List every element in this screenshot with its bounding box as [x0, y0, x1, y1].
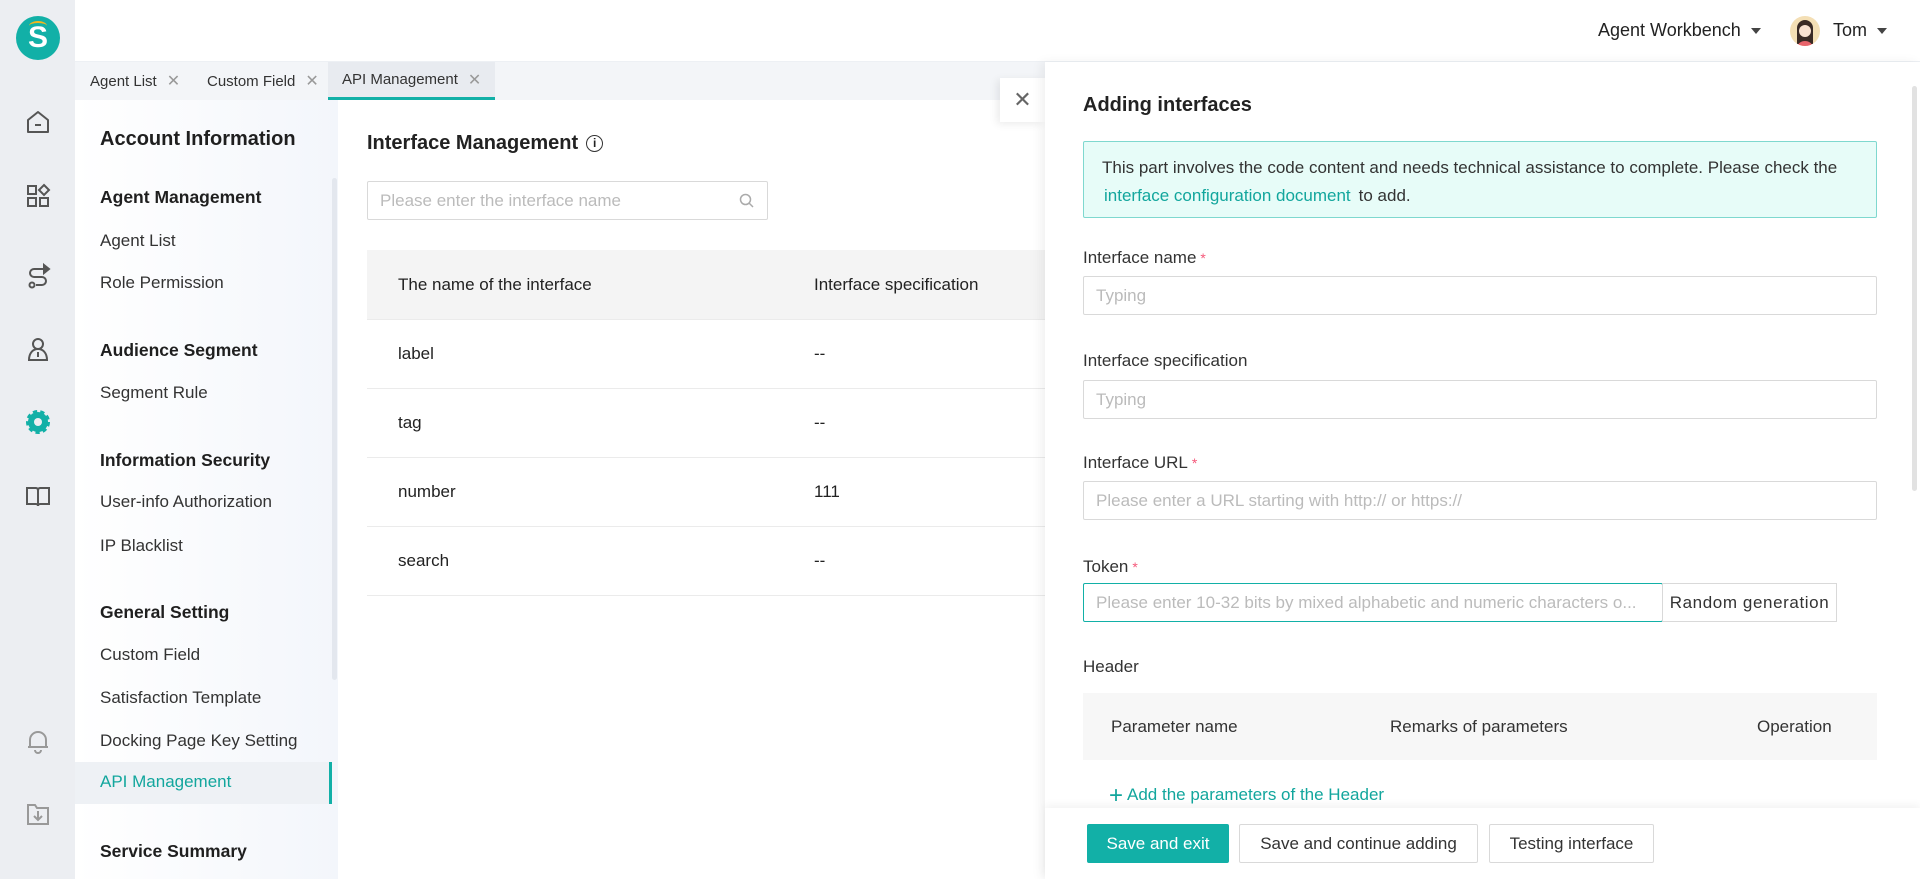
table-row[interactable]: number 111 [367, 458, 1045, 527]
nav-heading: Service Summary [100, 841, 247, 861]
header-label: Header [1083, 657, 1139, 676]
nav-item-user-info-authorization[interactable]: User-info Authorization [100, 492, 272, 512]
close-drawer-button[interactable]: ✕ [1000, 78, 1045, 122]
caret-down-icon [1750, 28, 1761, 35]
save-and-continue-button[interactable]: Save and continue adding [1239, 824, 1478, 863]
interface-spec-input[interactable]: Typing [1083, 380, 1877, 419]
icon-sidebar: S [0, 0, 75, 879]
close-icon[interactable]: ✕ [167, 71, 180, 91]
apps-icon[interactable] [22, 180, 54, 212]
nav-item-satisfaction-template[interactable]: Satisfaction Template [100, 688, 261, 708]
settings-icon[interactable] [22, 406, 54, 438]
settings-nav: Account Information Agent Management Age… [75, 100, 338, 879]
user-menu[interactable]: Tom [1833, 20, 1888, 41]
book-icon[interactable] [22, 480, 54, 512]
home-icon[interactable] [22, 106, 54, 138]
nav-item-ip-blacklist[interactable]: IP Blacklist [100, 536, 183, 556]
nav-item-segment-rule[interactable]: Segment Rule [100, 383, 208, 403]
header-params-table: Parameter name Remarks of parameters Ope… [1083, 693, 1877, 760]
close-icon: ✕ [1013, 87, 1032, 112]
add-interface-drawer: Adding interfaces This part involves the… [1045, 62, 1920, 879]
table-row[interactable]: tag -- [367, 389, 1045, 458]
drawer-title: Adding interfaces [1083, 94, 1252, 116]
nav-heading: General Setting [100, 602, 230, 622]
nav-item-api-management[interactable]: API Management [100, 772, 231, 792]
scrollbar[interactable] [332, 178, 337, 680]
table-header: The name of the interface Interface speci… [367, 250, 1045, 320]
nav-heading: Information Security [100, 450, 271, 470]
nav-item-docking-page-key-setting[interactable]: Docking Page Key Setting [100, 731, 298, 751]
nav-heading: Agent Management [100, 187, 262, 207]
download-folder-icon[interactable] [22, 798, 54, 830]
close-icon[interactable]: ✕ [305, 71, 318, 91]
add-header-param-link[interactable]: + Add the parameters of the Header [1109, 782, 1384, 810]
close-icon[interactable]: ✕ [468, 70, 481, 90]
search-icon[interactable] [739, 193, 755, 209]
interface-spec-label: Interface specification [1083, 351, 1248, 370]
agent-icon[interactable] [22, 333, 54, 365]
nav-item-role-permission[interactable]: Role Permission [100, 273, 224, 293]
plus-icon: + [1109, 782, 1124, 809]
bell-icon[interactable] [22, 725, 54, 757]
routing-icon[interactable] [22, 260, 54, 292]
table-row[interactable]: label -- [367, 320, 1045, 389]
required-mark: * [1132, 559, 1138, 575]
tab-custom-field[interactable]: Custom Field ✕ [207, 62, 319, 100]
required-mark: * [1191, 455, 1198, 471]
tab-agent-list[interactable]: Agent List ✕ [90, 62, 180, 100]
nav-item-agent-list[interactable]: Agent List [100, 231, 176, 251]
nav-heading: Audience Segment [100, 340, 258, 360]
tab-bar: Agent List ✕ Custom Field ✕ API Management… [75, 62, 1045, 100]
scrollbar[interactable] [1912, 86, 1917, 491]
token-label: Token * [1083, 557, 1138, 576]
nav-item-custom-field[interactable]: Custom Field [100, 645, 200, 665]
testing-interface-button[interactable]: Testing interface [1489, 824, 1654, 863]
interface-url-label: Interface URL * [1083, 453, 1198, 472]
interface-name-input[interactable]: Typing [1083, 276, 1877, 315]
caret-down-icon [1877, 28, 1888, 35]
interface-name-label: Interface name * [1083, 248, 1206, 267]
table-row[interactable]: search -- [367, 527, 1045, 596]
drawer-footer: Save and exit Save and continue adding T… [1045, 808, 1920, 879]
interface-url-input[interactable]: Please enter a URL starting with http://… [1083, 481, 1877, 520]
interface-table: The name of the interface Interface speci… [367, 250, 1045, 596]
info-icon[interactable]: i [586, 135, 604, 153]
avatar[interactable] [1790, 16, 1820, 46]
required-mark: * [1200, 250, 1206, 266]
workspace-switcher[interactable]: Agent Workbench [1598, 20, 1761, 41]
main-content: Interface Management i Please enter the i… [338, 100, 1045, 879]
search-input[interactable]: Please enter the interface name [367, 181, 768, 220]
tab-api-management[interactable]: API Management ✕ [328, 62, 496, 100]
info-alert: This part involves the code content and … [1083, 141, 1877, 218]
token-input[interactable]: Please enter 10-32 bits by mixed alphabe… [1083, 583, 1663, 622]
nav-title: Account Information [100, 128, 296, 150]
random-generation-button[interactable]: Random generation [1662, 583, 1837, 622]
page-title: Interface Management i [367, 132, 604, 155]
config-doc-link[interactable]: interface configuration document [1104, 186, 1351, 205]
save-and-exit-button[interactable]: Save and exit [1087, 824, 1229, 863]
app-logo[interactable]: S [16, 16, 60, 60]
